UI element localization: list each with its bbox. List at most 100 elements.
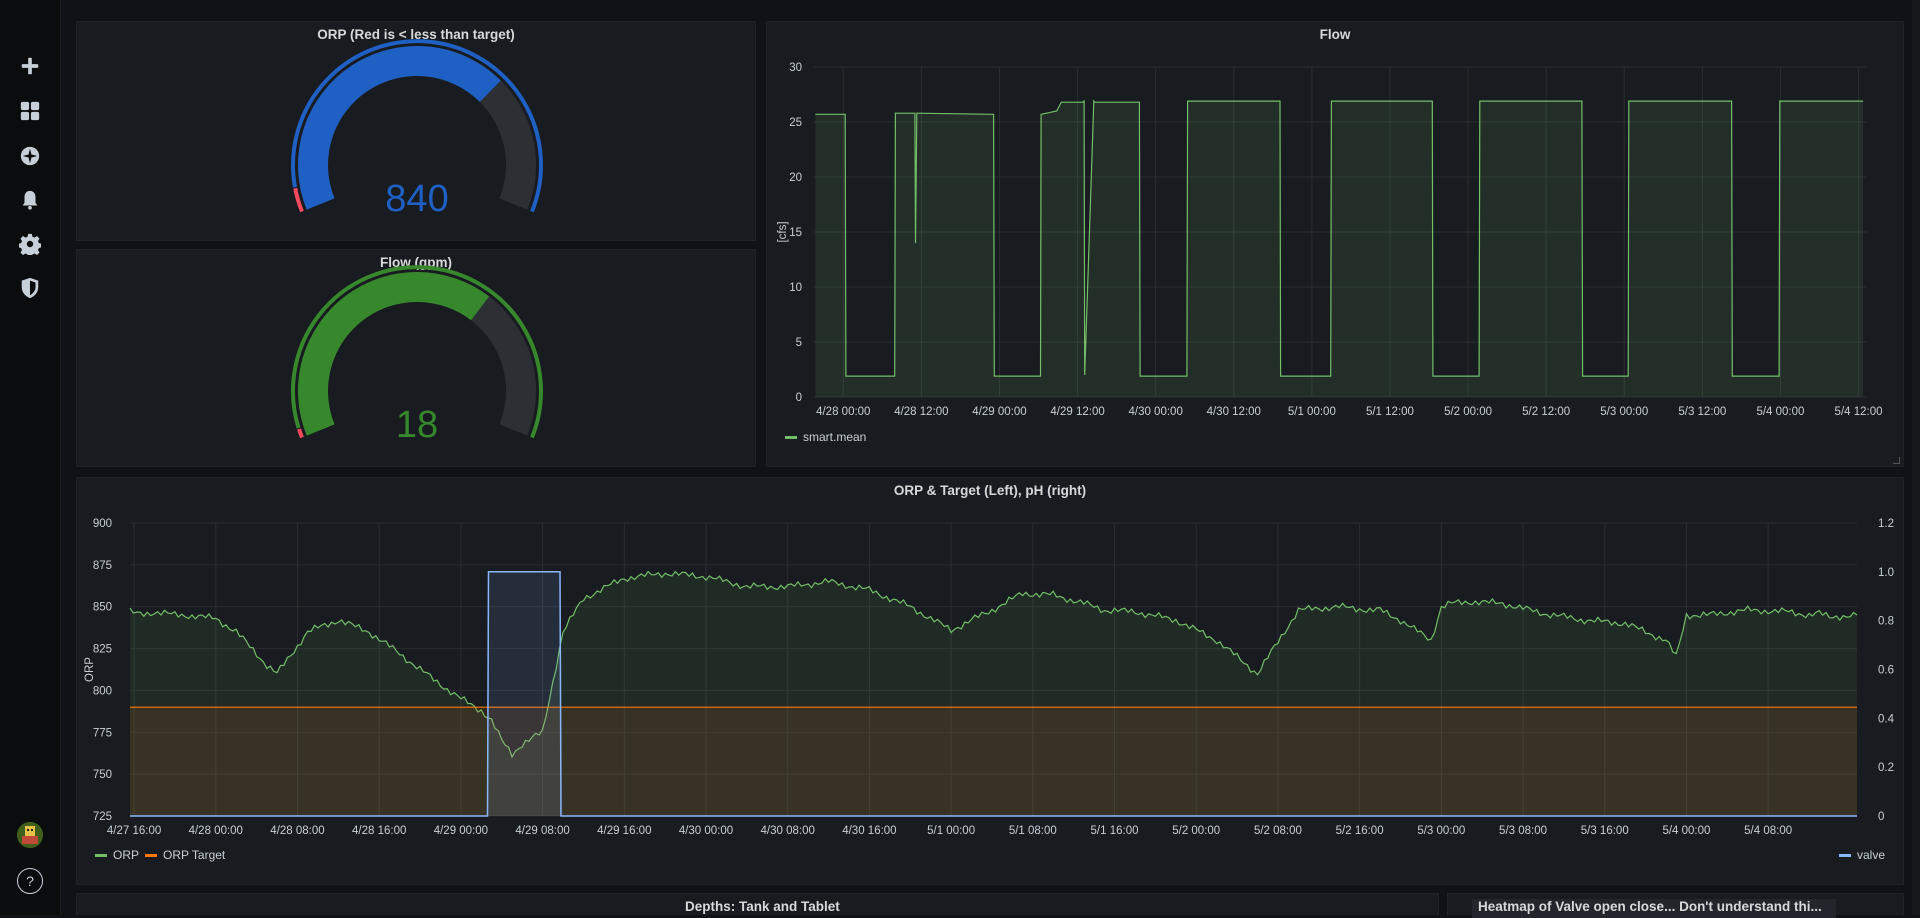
- y-tick-label: 750: [93, 769, 112, 781]
- legend-label: ORP Target: [163, 848, 226, 862]
- y-tick-label: 0: [796, 392, 802, 404]
- x-tick-label: 5/4 00:00: [1756, 406, 1804, 418]
- series-area-smart-mean: [815, 101, 1864, 397]
- legend-item-orp[interactable]: ORP: [95, 848, 139, 862]
- x-tick-label: 5/3 00:00: [1600, 406, 1648, 418]
- orp-gauge: 840: [291, 39, 544, 220]
- panel-title[interactable]: Depths: Tank and Tablet: [685, 899, 840, 914]
- y-tick-label: 900: [93, 518, 112, 530]
- flow-chart[interactable]: 0 5 10 15 20 25 30 4/28 00:00 4/28 12:00 4/29 00:…: [767, 22, 1905, 468]
- dashboard-grid-icon: [20, 101, 40, 121]
- server-admin-button[interactable]: [14, 272, 46, 304]
- depths-panel: Depths: Tank and Tablet: [76, 893, 1439, 915]
- legend-swatch: [785, 435, 797, 439]
- panel-title[interactable]: Heatmap of Valve open close... Don't und…: [1472, 899, 1836, 918]
- y2-tick-label: 1.0: [1878, 567, 1894, 579]
- flow-gauge-panel: Flow (gpm) 18: [76, 249, 756, 467]
- bell-icon: [22, 190, 38, 210]
- y-tick-label: 775: [93, 727, 112, 739]
- x-tick-label: 4/29 12:00: [1050, 406, 1104, 418]
- x-tick-label: 5/1 12:00: [1366, 406, 1414, 418]
- y-tick-label: 15: [789, 227, 802, 239]
- x-tick-label: 5/1 00:00: [927, 825, 975, 837]
- explore-button[interactable]: [14, 140, 46, 172]
- x-tick-label: 4/28 12:00: [894, 406, 948, 418]
- x-tick-label: 4/29 00:00: [434, 825, 488, 837]
- user-avatar[interactable]: [17, 822, 43, 848]
- legend-swatch: [1838, 853, 1851, 857]
- x-tick-label: 5/3 12:00: [1678, 406, 1726, 418]
- x-tick-label: 4/28 00:00: [816, 406, 870, 418]
- y2-tick-label: 0.4: [1878, 713, 1895, 725]
- legend-swatch: [145, 853, 157, 857]
- x-tick-label: 5/3 16:00: [1581, 825, 1629, 837]
- gauge-threshold-low: [297, 428, 304, 439]
- gauge-value: 18: [396, 404, 438, 446]
- x-tick-label: 4/28 16:00: [352, 825, 406, 837]
- x-tick-label: 5/2 12:00: [1522, 406, 1570, 418]
- x-tick-label: 4/29 08:00: [515, 825, 569, 837]
- help-icon: ?: [26, 873, 34, 889]
- orp-gauge-panel: ORP (Red is < less than target) 840: [76, 21, 756, 241]
- configuration-button[interactable]: [14, 228, 46, 260]
- x-tick-label: 5/1 00:00: [1288, 406, 1336, 418]
- x-tick-label: 4/30 16:00: [842, 825, 896, 837]
- gauge-value: 840: [385, 178, 448, 220]
- legend-item-valve[interactable]: valve: [1838, 848, 1885, 862]
- sidebar: ?: [0, 0, 61, 915]
- y2-tick-label: 0.8: [1878, 616, 1894, 628]
- resize-handle[interactable]: [1893, 457, 1900, 464]
- x-tick-label: 5/4 00:00: [1662, 825, 1710, 837]
- x-tick-label: 4/28 08:00: [270, 825, 324, 837]
- legend-item-smart-mean[interactable]: smart.mean: [785, 430, 866, 444]
- x-tick-label: 5/2 00:00: [1172, 825, 1220, 837]
- x-tick-label: 4/30 00:00: [1128, 406, 1182, 418]
- legend-label: valve: [1856, 848, 1885, 862]
- x-tick-label: 4/29 16:00: [597, 825, 651, 837]
- y-tick-label: 25: [789, 117, 802, 129]
- compass-icon: [20, 146, 40, 166]
- x-tick-label: 4/30 08:00: [761, 825, 815, 837]
- x-tick-label: 5/2 16:00: [1336, 825, 1384, 837]
- series-area-orp-target: [130, 707, 1857, 816]
- x-tick-label: 4/27 16:00: [107, 825, 161, 837]
- y-tick-label: 800: [93, 685, 112, 697]
- shield-icon: [21, 277, 39, 299]
- dashboards-button[interactable]: [14, 95, 46, 127]
- x-tick-label: 4/29 00:00: [972, 406, 1026, 418]
- y-tick-label: 10: [789, 282, 802, 294]
- x-tick-label: 5/2 00:00: [1444, 406, 1492, 418]
- y-axis-label: ORP: [84, 657, 96, 682]
- x-tick-label: 5/3 00:00: [1417, 825, 1465, 837]
- x-tick-label: 5/4 08:00: [1744, 825, 1792, 837]
- y-tick-label: 20: [789, 172, 802, 184]
- y2-tick-label: 0.6: [1878, 665, 1894, 677]
- y-tick-label: 725: [93, 811, 112, 823]
- gear-icon: [19, 233, 41, 255]
- y2-tick-label: 0.2: [1878, 762, 1894, 774]
- create-button[interactable]: [14, 50, 46, 82]
- y2-tick-label: 1.2: [1878, 518, 1894, 530]
- orp-chart-panel: ORP & Target (Left), pH (right) 725 750 77…: [76, 477, 1904, 885]
- y2-tick-label: 0: [1878, 811, 1884, 823]
- x-tick-label: 5/4 12:00: [1835, 406, 1883, 418]
- scrollbar[interactable]: [1912, 0, 1920, 915]
- legend-label: ORP: [113, 848, 140, 862]
- x-tick-label: 5/3 08:00: [1499, 825, 1547, 837]
- x-tick-label: 5/2 08:00: [1254, 825, 1302, 837]
- legend-swatch: [95, 853, 107, 857]
- orp-chart[interactable]: 725 750 775 800 825 850 875 900 0 0.2 0.4 0.6 0.8 1.0…: [77, 478, 1905, 886]
- y-axis-label: [cfs]: [777, 221, 789, 242]
- legend-label: smart.mean: [803, 430, 867, 444]
- y-tick-label: 850: [93, 602, 112, 614]
- x-tick-label: 5/1 16:00: [1091, 825, 1139, 837]
- flow-gauge: 18: [290, 265, 543, 446]
- alerting-button[interactable]: [14, 184, 46, 216]
- y-tick-label: 825: [93, 644, 112, 656]
- help-button[interactable]: ?: [17, 868, 43, 894]
- plus-icon: [21, 57, 39, 75]
- heatmap-panel: Heatmap of Valve open close... Don't und…: [1447, 893, 1904, 918]
- legend-item-orp-target[interactable]: ORP Target: [145, 848, 225, 862]
- x-tick-label: 4/30 12:00: [1207, 406, 1261, 418]
- y-tick-label: 5: [796, 337, 802, 349]
